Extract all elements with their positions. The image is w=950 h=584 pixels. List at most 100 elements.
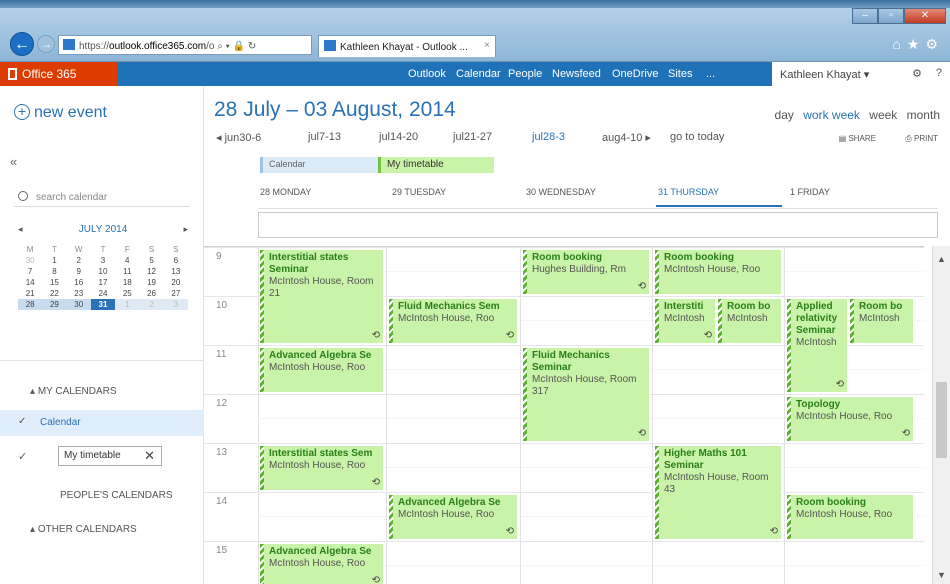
event-card[interactable]: Interstitial states Sem McIntosh House, …: [259, 445, 384, 491]
event-card[interactable]: Advanced Algebra Se McIntosh House, Roo: [259, 347, 384, 393]
mini-calendar-day[interactable]: 12: [139, 266, 163, 277]
week-link-jun30[interactable]: ◂ jun30-6: [216, 131, 261, 144]
event-card[interactable]: Room bo McIntosh: [717, 298, 782, 344]
event-card[interactable]: Topology McIntosh House, Roo ⟲: [786, 396, 914, 442]
scroll-thumb[interactable]: [936, 382, 947, 458]
mini-calendar-day[interactable]: 21: [18, 288, 42, 299]
nav-calendar[interactable]: Calendar: [456, 68, 501, 80]
event-card[interactable]: Room bo McIntosh: [849, 298, 914, 344]
week-link-jul14[interactable]: jul14-20: [379, 131, 418, 143]
mini-calendar-day[interactable]: 1: [42, 255, 66, 266]
mini-calendar-day[interactable]: 1: [115, 299, 140, 310]
new-event-button[interactable]: + new event: [14, 104, 107, 122]
close-window-button[interactable]: ✕: [904, 8, 946, 24]
mini-calendar-day[interactable]: 4: [115, 255, 139, 266]
legend-calendar[interactable]: Calendar: [260, 157, 378, 173]
mini-calendar-day[interactable]: 17: [91, 277, 115, 288]
view-work-week[interactable]: work week: [803, 108, 860, 122]
week-link-jul28[interactable]: jul28-3: [532, 131, 565, 143]
day-header-monday[interactable]: 28 MONDAY: [258, 187, 384, 207]
mini-calendar-day[interactable]: 15: [42, 277, 66, 288]
mini-calendar-day[interactable]: 30: [18, 255, 42, 266]
nav-sites[interactable]: Sites: [668, 68, 692, 80]
mini-calendar-day[interactable]: 14: [18, 277, 42, 288]
office365-brand[interactable]: Office 365: [0, 62, 118, 86]
mini-calendar-day[interactable]: 16: [67, 277, 91, 288]
event-card[interactable]: Higher Maths 101 Seminar McIntosh House,…: [654, 445, 782, 540]
help-icon[interactable]: ?: [936, 67, 942, 79]
mini-calendar-day[interactable]: 6: [164, 255, 188, 266]
go-to-today-link[interactable]: go to today: [670, 131, 724, 143]
scroll-down-icon[interactable]: ▼: [937, 570, 946, 580]
browser-tab[interactable]: Kathleen Khayat - Outlook ... ×: [318, 35, 496, 57]
mini-calendar-day[interactable]: 9: [67, 266, 91, 277]
mini-calendar-day[interactable]: 3: [163, 299, 188, 310]
day-header-friday[interactable]: 1 FRIDAY: [788, 187, 914, 207]
mini-calendar-day[interactable]: 31: [90, 299, 116, 310]
day-header-tuesday[interactable]: 29 TUESDAY: [390, 187, 516, 207]
peoples-calendars-header[interactable]: PEOPLE'S CALENDARS: [60, 490, 173, 501]
event-card[interactable]: Applied relativity Seminar McIntosh ⟲: [786, 298, 848, 393]
nav-onedrive[interactable]: OneDrive: [612, 68, 658, 80]
mini-calendar-day[interactable]: 8: [42, 266, 66, 277]
legend-timetable[interactable]: My timetable: [378, 157, 494, 173]
view-week[interactable]: week: [869, 108, 897, 122]
minimize-button[interactable]: –: [852, 8, 878, 24]
event-card[interactable]: Room booking McIntosh House, Roo: [786, 494, 914, 540]
mini-calendar-day[interactable]: 29: [42, 299, 67, 310]
mini-calendar-day[interactable]: 13: [164, 266, 188, 277]
rename-calendar-input[interactable]: My timetable ✕: [58, 446, 162, 466]
event-card[interactable]: Advanced Algebra Se McIntosh House, Roo …: [388, 494, 518, 540]
nav-more[interactable]: ...: [706, 68, 715, 80]
collapse-sidebar-icon[interactable]: «: [10, 154, 17, 169]
event-card[interactable]: Interstitial states Seminar McIntosh Hou…: [259, 249, 384, 344]
view-month[interactable]: month: [907, 108, 940, 122]
mini-calendar-day[interactable]: 30: [66, 299, 91, 310]
nav-outlook[interactable]: Outlook: [408, 68, 446, 80]
address-bar[interactable]: https://outlook.office365.com/o ⌕ ▾ 🔒 ↻: [58, 35, 312, 55]
settings-gear-icon[interactable]: ⚙: [912, 67, 922, 80]
clear-input-icon[interactable]: ✕: [144, 448, 155, 464]
event-card[interactable]: Room booking McIntosh House, Roo: [654, 249, 782, 295]
mini-calendar-month[interactable]: JULY 2014: [79, 224, 128, 235]
calendar-item-calendar[interactable]: ✓ Calendar: [0, 410, 204, 436]
vertical-scrollbar[interactable]: ▲ ▼: [932, 246, 950, 584]
mini-calendar-day[interactable]: 19: [139, 277, 163, 288]
user-menu[interactable]: Kathleen Khayat ▾: [780, 69, 869, 81]
mini-calendar-day[interactable]: 25: [115, 288, 139, 299]
home-icon[interactable]: ⌂: [892, 36, 906, 52]
print-button[interactable]: ⎙ PRINT: [905, 134, 938, 144]
day-header-thursday[interactable]: 31 THURSDAY: [656, 187, 782, 207]
favorites-star-icon[interactable]: ★: [907, 36, 926, 52]
day-header-wednesday[interactable]: 30 WEDNESDAY: [524, 187, 650, 207]
tab-close-icon[interactable]: ×: [484, 40, 490, 51]
mini-calendar-day[interactable]: 7: [18, 266, 42, 277]
my-calendars-header[interactable]: ▴ MY CALENDARS: [30, 386, 117, 397]
view-day[interactable]: day: [775, 108, 794, 122]
scroll-up-icon[interactable]: ▲: [937, 254, 946, 264]
maximize-button[interactable]: ▫: [878, 8, 904, 24]
event-card[interactable]: Room booking Hughes Building, Rm ⟲: [522, 249, 650, 295]
event-card[interactable]: Advanced Algebra Se McIntosh House, Roo …: [259, 543, 384, 584]
event-card[interactable]: Interstiti McIntosh ⟲: [654, 298, 716, 344]
mini-calendar-day[interactable]: 24: [91, 288, 115, 299]
event-card[interactable]: Fluid Mechanics Sem McIntosh House, Roo …: [388, 298, 518, 344]
share-button[interactable]: ▤ SHARE: [839, 134, 876, 143]
search-calendar-input[interactable]: search calendar: [14, 187, 190, 207]
back-button[interactable]: ←: [10, 32, 34, 56]
mini-calendar-day[interactable]: 5: [139, 255, 163, 266]
mini-calendar-day[interactable]: 27: [164, 288, 188, 299]
week-link-aug4[interactable]: aug4-10 ▸: [602, 131, 651, 144]
mini-calendar-day[interactable]: 11: [115, 266, 139, 277]
settings-gear-icon[interactable]: ⚙: [925, 36, 944, 52]
week-link-jul21[interactable]: jul21-27: [453, 131, 492, 143]
other-calendars-header[interactable]: ▴ OTHER CALENDARS: [30, 524, 137, 535]
mini-calendar-day[interactable]: 2: [139, 299, 164, 310]
mini-calendar-day[interactable]: 3: [91, 255, 115, 266]
all-day-row[interactable]: [258, 212, 938, 238]
mini-calendar-day[interactable]: 22: [42, 288, 66, 299]
mini-calendar-day[interactable]: 26: [139, 288, 163, 299]
event-card[interactable]: Fluid Mechanics Seminar McIntosh House, …: [522, 347, 650, 442]
mini-calendar-day[interactable]: 10: [91, 266, 115, 277]
forward-button[interactable]: →: [37, 35, 55, 53]
